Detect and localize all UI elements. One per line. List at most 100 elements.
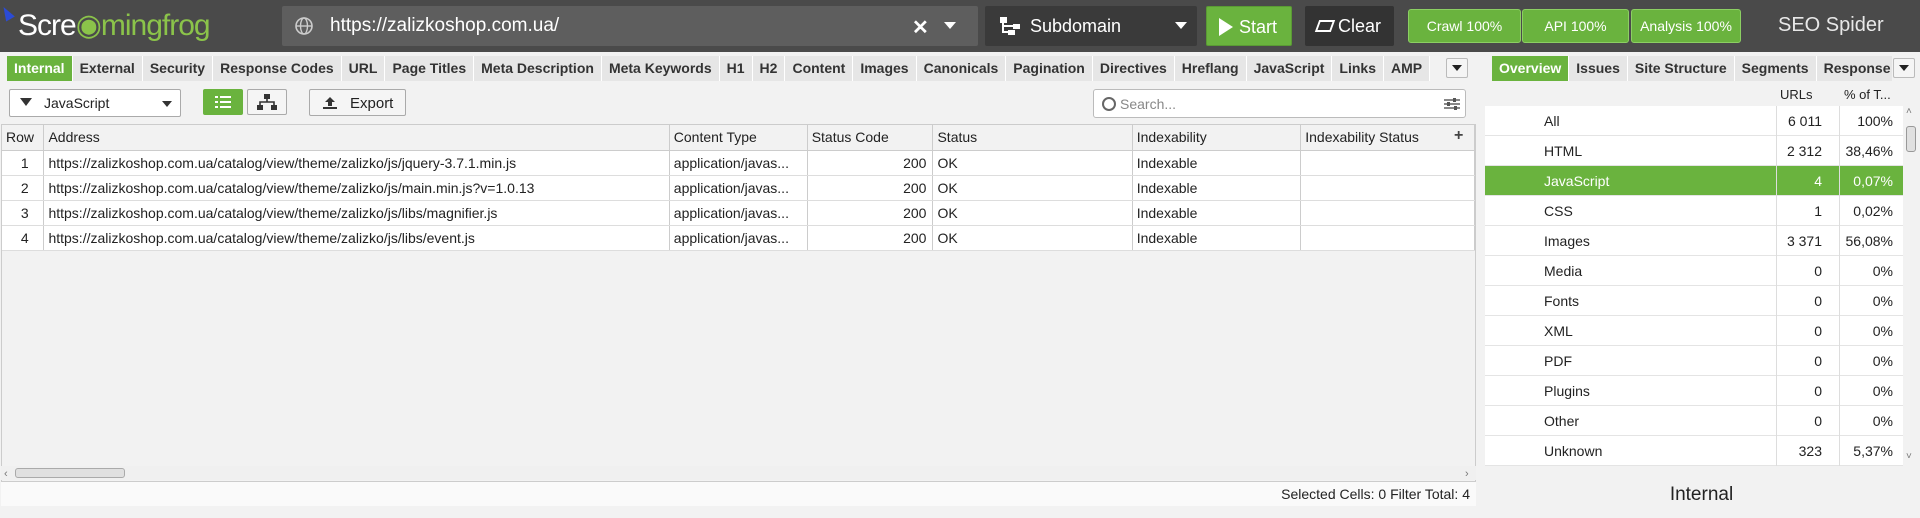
tab-directives[interactable]: Directives <box>1092 56 1175 81</box>
cell-status-code[interactable]: 200 <box>807 200 934 226</box>
scroll-up-icon[interactable]: ˄ <box>1906 106 1912 117</box>
column-header-status-code[interactable]: Status Code <box>807 125 934 151</box>
scroll-down-icon[interactable]: ˅ <box>1906 451 1912 462</box>
search-box[interactable] <box>1093 89 1466 118</box>
tab-hreflang[interactable]: Hreflang <box>1174 56 1247 81</box>
analysis-progress-button[interactable]: Analysis 100% <box>1631 9 1741 43</box>
api-progress-button[interactable]: API 100% <box>1522 9 1629 43</box>
tab-external[interactable]: External <box>72 56 143 81</box>
tab-h2[interactable]: H2 <box>752 56 786 81</box>
column-header-content-type[interactable]: Content Type <box>669 125 808 151</box>
cell-indexability[interactable]: Indexable <box>1132 150 1302 176</box>
filter-settings-icon[interactable] <box>1444 98 1460 110</box>
column-header-address[interactable]: Address <box>43 125 670 151</box>
cell-status[interactable]: OK <box>932 150 1133 176</box>
tabs-overflow-button[interactable] <box>1446 58 1468 78</box>
scroll-thumb[interactable] <box>1906 126 1916 152</box>
urls-column-header[interactable]: URLs <box>1780 87 1813 102</box>
tab-site-structure[interactable]: Site Structure <box>1627 56 1735 81</box>
crawl-progress-button[interactable]: Crawl 100% <box>1408 9 1521 43</box>
tab-javascript[interactable]: JavaScript <box>1246 56 1333 81</box>
crawl-mode-select[interactable]: Subdomain <box>985 6 1197 46</box>
table-row[interactable]: 1 https://zalizkoshop.com.ua/catalog/view… <box>2 150 1475 176</box>
cell-content-type[interactable]: application/javas... <box>669 175 808 201</box>
cell-row[interactable]: 2 <box>2 175 45 201</box>
horizontal-scrollbar[interactable]: ‹ › <box>1 466 1476 480</box>
cell-address[interactable]: https://zalizkoshop.com.ua/catalog/view/… <box>43 175 670 201</box>
scroll-right-icon[interactable]: › <box>1465 468 1469 480</box>
tab-amp[interactable]: AMP <box>1384 56 1431 81</box>
url-field[interactable]: https://zalizkoshop.com.ua/ ✕ <box>282 6 978 46</box>
overview-row-xml[interactable]: XML 0 0% <box>1485 316 1903 346</box>
cell-status-code[interactable]: 200 <box>807 225 934 251</box>
cell-indexability[interactable]: Indexable <box>1132 200 1302 226</box>
vertical-scrollbar[interactable]: ˄ ˅ <box>1904 106 1918 466</box>
cell-indexability-status[interactable] <box>1300 175 1475 201</box>
tab-h1[interactable]: H1 <box>719 56 753 81</box>
url-input[interactable]: https://zalizkoshop.com.ua/ <box>330 15 559 37</box>
tree-view-button[interactable] <box>247 89 287 115</box>
list-view-button[interactable] <box>203 89 243 115</box>
overview-row-css[interactable]: CSS 1 0,02% <box>1485 196 1903 226</box>
tab-internal[interactable]: Internal <box>7 56 73 81</box>
filter-select[interactable]: JavaScript <box>9 89 181 117</box>
tab-page-titles[interactable]: Page Titles <box>385 56 475 81</box>
tab-issues[interactable]: Issues <box>1569 56 1628 81</box>
cell-address[interactable]: https://zalizkoshop.com.ua/catalog/view/… <box>43 200 670 226</box>
cell-indexability-status[interactable] <box>1300 225 1475 251</box>
cell-row[interactable]: 4 <box>2 225 45 251</box>
cell-content-type[interactable]: application/javas... <box>669 150 808 176</box>
tab-content[interactable]: Content <box>785 56 854 81</box>
tab-response-codes[interactable]: Response Codes <box>213 56 342 81</box>
cell-status-code[interactable]: 200 <box>807 150 934 176</box>
column-header-indexability[interactable]: Indexability <box>1132 125 1302 151</box>
tab-url[interactable]: URL <box>341 56 386 81</box>
overview-row-images[interactable]: Images 3 371 56,08% <box>1485 226 1903 256</box>
overview-row-fonts[interactable]: Fonts 0 0% <box>1485 286 1903 316</box>
tab-canonicals[interactable]: Canonicals <box>916 56 1007 81</box>
overview-row-other[interactable]: Other 0 0% <box>1485 406 1903 436</box>
cell-indexability[interactable]: Indexable <box>1132 225 1302 251</box>
url-history-dropdown-icon[interactable] <box>944 22 956 29</box>
table-row[interactable]: 3 https://zalizkoshop.com.ua/catalog/view… <box>2 200 1475 226</box>
search-input[interactable] <box>1120 94 1430 114</box>
scroll-left-icon[interactable]: ‹ <box>4 468 8 480</box>
tab-segments[interactable]: Segments <box>1734 56 1817 81</box>
cell-status-code[interactable]: 200 <box>807 175 934 201</box>
overview-row-html[interactable]: HTML 2 312 38,46% <box>1485 136 1903 166</box>
column-header-status[interactable]: Status <box>932 125 1133 151</box>
start-button[interactable]: Start <box>1206 6 1292 46</box>
clear-url-icon[interactable]: ✕ <box>912 15 929 40</box>
overview-row-plugins[interactable]: Plugins 0 0% <box>1485 376 1903 406</box>
cell-status[interactable]: OK <box>932 200 1133 226</box>
cell-indexability-status[interactable] <box>1300 150 1475 176</box>
cell-indexability-status[interactable] <box>1300 200 1475 226</box>
cell-content-type[interactable]: application/javas... <box>669 200 808 226</box>
export-button[interactable]: Export <box>309 89 406 116</box>
clear-button[interactable]: Clear <box>1305 6 1394 46</box>
tab-images[interactable]: Images <box>853 56 917 81</box>
cell-row[interactable]: 1 <box>2 150 45 176</box>
column-header-indexability-status[interactable]: Indexability Status <box>1300 125 1475 151</box>
cell-address[interactable]: https://zalizkoshop.com.ua/catalog/view/… <box>43 150 670 176</box>
percent-column-header[interactable]: % of T... <box>1844 87 1891 102</box>
tab-meta-keywords[interactable]: Meta Keywords <box>601 56 720 81</box>
overview-row-all[interactable]: All 6 011 100% <box>1485 106 1903 136</box>
cell-status[interactable]: OK <box>932 225 1133 251</box>
tab-links[interactable]: Links <box>1332 56 1384 81</box>
tab-response-codes[interactable]: Response Codes <box>1816 56 1892 81</box>
tab-overview[interactable]: Overview <box>1492 56 1570 81</box>
cell-indexability[interactable]: Indexable <box>1132 175 1302 201</box>
table-row[interactable]: 2 https://zalizkoshop.com.ua/catalog/view… <box>2 175 1475 201</box>
overview-row-pdf[interactable]: PDF 0 0% <box>1485 346 1903 376</box>
cell-content-type[interactable]: application/javas... <box>669 225 808 251</box>
right-tabs-overflow-button[interactable] <box>1893 58 1915 78</box>
scroll-thumb[interactable] <box>15 468 125 478</box>
tab-pagination[interactable]: Pagination <box>1006 56 1093 81</box>
overview-row-unknown[interactable]: Unknown 323 5,37% <box>1485 436 1903 466</box>
cell-address[interactable]: https://zalizkoshop.com.ua/catalog/view/… <box>43 225 670 251</box>
overview-row-javascript[interactable]: JavaScript 4 0,07% <box>1485 166 1903 196</box>
cell-status[interactable]: OK <box>932 175 1133 201</box>
column-header-row[interactable]: Row <box>2 125 45 151</box>
table-row[interactable]: 4 https://zalizkoshop.com.ua/catalog/view… <box>2 225 1475 251</box>
